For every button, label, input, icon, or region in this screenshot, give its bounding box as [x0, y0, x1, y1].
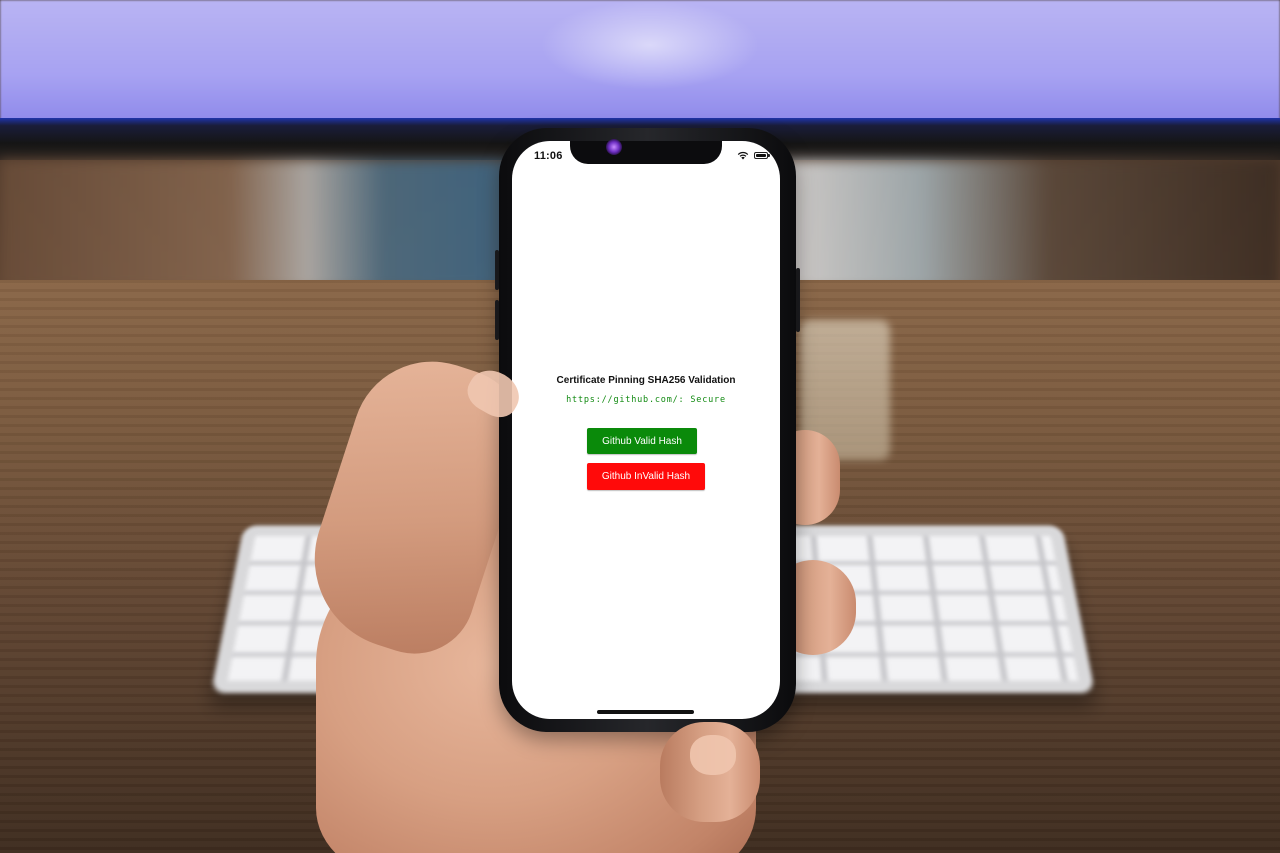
github-invalid-hash-button[interactable]: Github InValid Hash — [587, 463, 705, 490]
phone-notch — [570, 141, 722, 164]
fingernail — [690, 735, 736, 775]
photo-scene: 11:06 Certificate Pinning SHA256 Validat… — [0, 0, 1280, 853]
status-time: 11:06 — [534, 150, 563, 162]
camera-icon — [606, 139, 622, 155]
monitor-glow — [540, 0, 760, 90]
home-indicator[interactable] — [597, 710, 694, 714]
wifi-icon — [737, 151, 749, 160]
github-valid-hash-button[interactable]: Github Valid Hash — [587, 428, 697, 454]
status-text: https://github.com/: Secure — [566, 395, 726, 405]
page-title: Certificate Pinning SHA256 Validation — [556, 375, 736, 386]
status-icons — [737, 151, 770, 160]
battery-icon — [754, 152, 770, 159]
power-button — [796, 268, 800, 332]
